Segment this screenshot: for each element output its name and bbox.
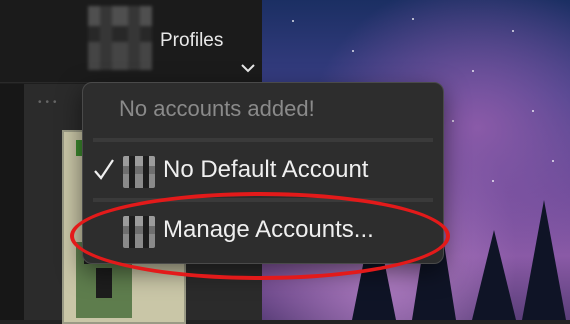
top-bar: Profiles [0,0,262,83]
drag-handle: ••• [38,97,61,108]
menu-item-label: No Default Account [163,156,369,183]
profiles-label[interactable]: Profiles [160,30,223,52]
menu-divider [93,138,433,142]
chevron-down-icon[interactable] [240,62,256,74]
side-panel [0,84,24,320]
account-avatar-icon [123,156,155,188]
menu-item-no-default-account[interactable]: No Default Account [87,147,439,195]
profile-avatar[interactable] [88,6,152,70]
menu-header-text: No accounts added! [119,96,315,121]
highlight-ring [70,192,450,280]
checkmark-icon [94,159,114,180]
